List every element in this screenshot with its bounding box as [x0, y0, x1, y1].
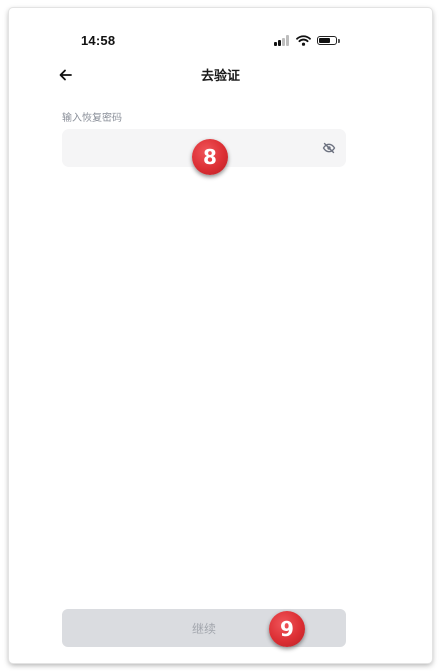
wifi-icon: [296, 34, 311, 46]
page-title: 去验证: [200, 68, 240, 83]
status-icons: [274, 34, 340, 46]
recovery-password-input[interactable]: [62, 129, 312, 167]
annotation-badge-9: 9: [269, 611, 305, 647]
phone-screen: 14:58 去验证 输入恢复密码 继续: [9, 8, 432, 663]
annotation-badge-8: 8: [192, 139, 228, 175]
battery-icon: [317, 35, 340, 45]
continue-button-label: 继续: [191, 621, 216, 636]
recovery-password-label: 输入恢复密码: [62, 113, 122, 124]
eye-hidden-icon[interactable]: [322, 141, 336, 155]
cellular-signal-icon: [274, 34, 290, 46]
status-time: 14:58: [81, 33, 116, 48]
